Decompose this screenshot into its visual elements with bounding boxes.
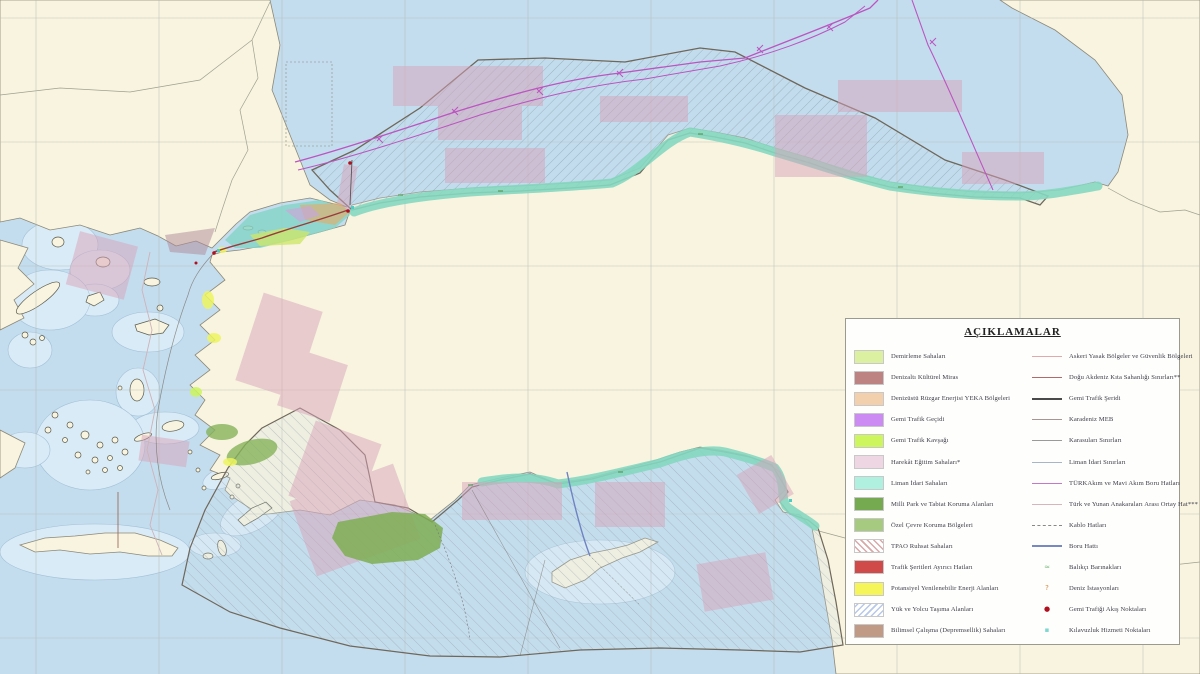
legend-swatch [854, 582, 884, 596]
legend-item: Harekât Eğitim Sahaları* [854, 451, 1024, 472]
legend-item: TÜRKAkım ve Mavi Akım Boru Hatları [1032, 473, 1178, 494]
legend-item: Karadeniz MEB [1032, 409, 1178, 430]
legend-item: Bilimsel Çalışma (Depremsellik) Sahaları [854, 620, 1024, 641]
legend-swatch [854, 603, 884, 617]
legend-swatch [854, 455, 884, 469]
legend-item-label: Milli Park ve Tabiat Koruma Alanları [891, 501, 993, 508]
legend-item: Liman İdari Sınırları [1032, 451, 1178, 472]
legend-line-symbol [1032, 377, 1062, 378]
legend-item-label: Doğu Akdeniz Kıta Sahanlığı Sınırları** [1069, 374, 1181, 381]
legend-item-label: Gemi Trafiği Akış Noktaları [1069, 606, 1146, 613]
legend-item: Kablo Hatları [1032, 515, 1178, 536]
legend-swatch [854, 371, 884, 385]
legend-item: Askeri Yasak Bölgeler ve Güvenlik Bölgel… [1032, 346, 1178, 367]
legend-item: Denizaltı Kültürel Miras [854, 367, 1024, 388]
legend-item-label: Potansiyel Yenilenebilir Enerji Alanları [891, 585, 999, 592]
legend-line-symbol [1032, 525, 1062, 526]
legend-swatch [854, 560, 884, 574]
legend-item-label: Kılavuzluk Hizmeti Noktaları [1069, 627, 1151, 634]
legend-item: Potansiyel Yenilenebilir Enerji Alanları [854, 578, 1024, 599]
legend-line-symbol [1032, 440, 1062, 441]
legend-item-label: Denizüstü Rüzgar Enerjisi YEKA Bölgeleri [891, 395, 1010, 402]
legend-item: Gemi Trafik Şeridi [1032, 388, 1178, 409]
legend-item-label: Özel Çevre Koruma Bölgeleri [891, 522, 973, 529]
legend-marker-symbol: ● [1032, 606, 1062, 613]
legend-marker-symbol: ? [1032, 585, 1062, 592]
legend-item-label: Türk ve Yunan Anakaraları Arası Ortay Ha… [1069, 501, 1198, 508]
legend-panel: AÇIKLAMALAR Demirleme Sahaları Denizaltı… [845, 318, 1180, 645]
legend-swatch [854, 624, 884, 638]
legend-item: Gemi Trafik Geçidi [854, 409, 1024, 430]
legend-swatch [854, 476, 884, 490]
legend-item: Türk ve Yunan Anakaraları Arası Ortay Ha… [1032, 494, 1178, 515]
legend-item-label: Gemi Trafik Kavşağı [891, 437, 949, 444]
legend-item-label: Askeri Yasak Bölgeler ve Güvenlik Bölgel… [1069, 353, 1193, 360]
legend-item: TPAO Ruhsat Sahaları [854, 536, 1024, 557]
legend-swatch [854, 539, 884, 553]
legend-line-symbol [1032, 545, 1062, 547]
legend-line-symbol [1032, 398, 1062, 400]
legend-item-label: Karadeniz MEB [1069, 416, 1113, 423]
legend-item-label: Trafik Şeritleri Ayırıcı Hatları [891, 564, 973, 571]
legend-marker-symbol: ▪ [1032, 627, 1062, 634]
legend-item: ≈ Balıkçı Barınakları [1032, 557, 1178, 578]
legend-item-label: Yük ve Yolcu Taşıma Alanları [891, 606, 973, 613]
legend-line-symbol [1032, 356, 1062, 357]
legend-item: Gemi Trafik Kavşağı [854, 430, 1024, 451]
legend-item: Yük ve Yolcu Taşıma Alanları [854, 599, 1024, 620]
legend-item: ? Deniz İstasyonları [1032, 578, 1178, 599]
legend-item: Doğu Akdeniz Kıta Sahanlığı Sınırları** [1032, 367, 1178, 388]
legend-item: Milli Park ve Tabiat Koruma Alanları [854, 494, 1024, 515]
legend-title: AÇIKLAMALAR [846, 326, 1179, 338]
map-application-window: AÇIKLAMALAR Demirleme Sahaları Denizaltı… [0, 0, 1200, 674]
legend-item-label: Gemi Trafik Şeridi [1069, 395, 1121, 402]
legend-item: Liman İdari Sahaları [854, 473, 1024, 494]
legend-item: Özel Çevre Koruma Bölgeleri [854, 515, 1024, 536]
legend-item-label: Demirleme Sahaları [891, 353, 946, 360]
legend-item: Boru Hattı [1032, 536, 1178, 557]
legend-item-label: Deniz İstasyonları [1069, 585, 1119, 592]
legend-line-symbol [1032, 504, 1062, 505]
legend-item-label: Balıkçı Barınakları [1069, 564, 1121, 571]
legend-line-symbol [1032, 419, 1062, 420]
legend-item-label: TÜRKAkım ve Mavi Akım Boru Hatları [1069, 480, 1180, 487]
legend-swatch [854, 518, 884, 532]
legend-item-label: Liman İdari Sınırları [1069, 459, 1126, 466]
legend-item-label: Harekât Eğitim Sahaları* [891, 459, 960, 466]
legend-item-label: Kablo Hatları [1069, 522, 1106, 529]
legend-item: ● Gemi Trafiği Akış Noktaları [1032, 599, 1178, 620]
legend-item: ▪ Kılavuzluk Hizmeti Noktaları [1032, 620, 1178, 641]
legend-item-label: Bilimsel Çalışma (Depremsellik) Sahaları [891, 627, 1005, 634]
legend-item-label: Denizaltı Kültürel Miras [891, 374, 958, 381]
legend-line-symbol [1032, 483, 1062, 484]
legend-item-label: TPAO Ruhsat Sahaları [891, 543, 953, 550]
legend-swatch [854, 350, 884, 364]
legend-swatch [854, 434, 884, 448]
legend-right-column: Askeri Yasak Bölgeler ve Güvenlik Bölgel… [1032, 346, 1178, 641]
legend-item: Karasuları Sınırları [1032, 430, 1178, 451]
legend-item: Trafik Şeritleri Ayırıcı Hatları [854, 557, 1024, 578]
legend-marker-symbol: ≈ [1032, 564, 1062, 571]
legend-line-symbol [1032, 462, 1062, 463]
legend-left-column: Demirleme Sahaları Denizaltı Kültürel Mi… [854, 346, 1024, 641]
legend-item-label: Boru Hattı [1069, 543, 1098, 550]
legend-swatch [854, 392, 884, 406]
legend-item-label: Liman İdari Sahaları [891, 480, 948, 487]
legend-swatch [854, 413, 884, 427]
legend-item-label: Karasuları Sınırları [1069, 437, 1122, 444]
legend-item-label: Gemi Trafik Geçidi [891, 416, 944, 423]
legend-item: Denizüstü Rüzgar Enerjisi YEKA Bölgeleri [854, 388, 1024, 409]
legend-swatch [854, 497, 884, 511]
legend-item: Demirleme Sahaları [854, 346, 1024, 367]
